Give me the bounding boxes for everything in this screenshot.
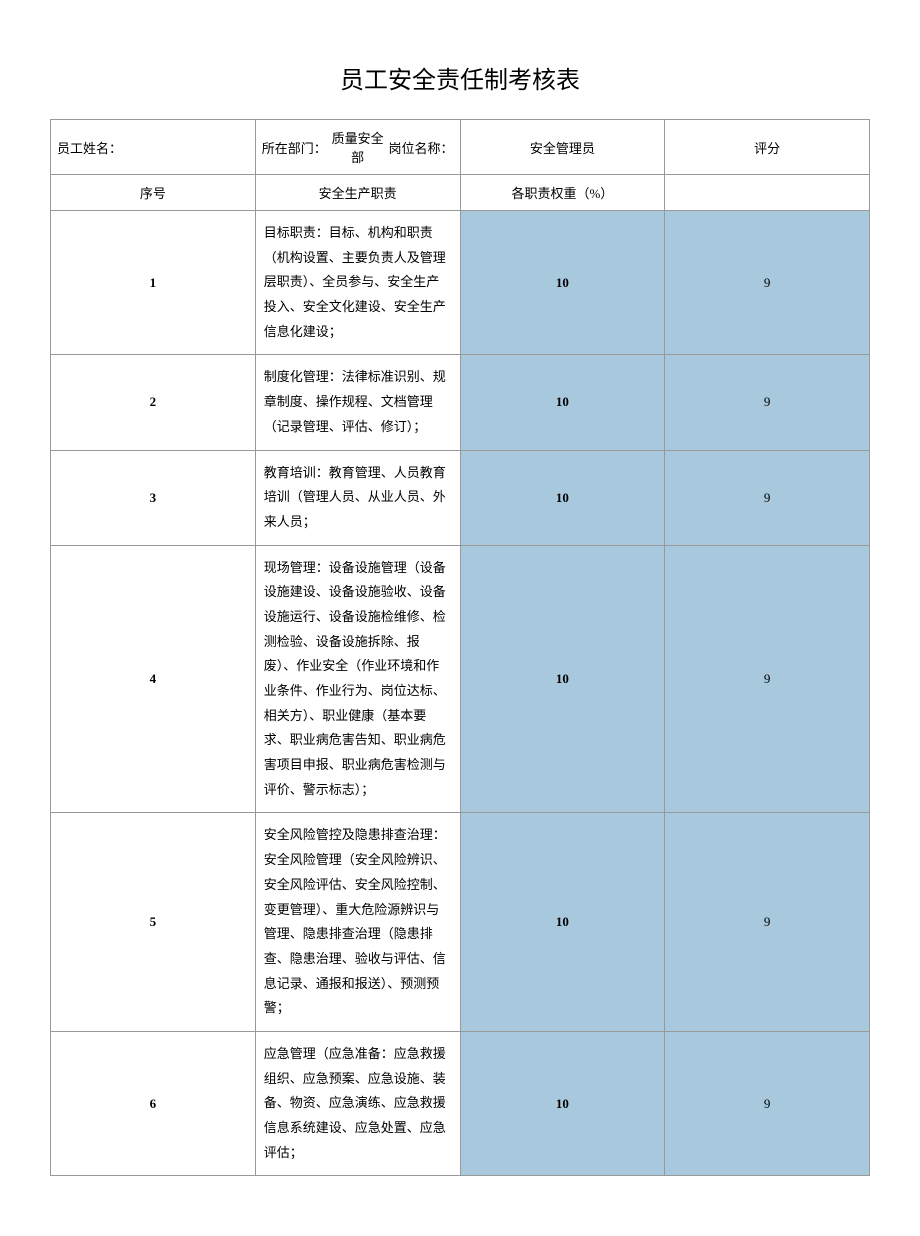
seq-cell: 5 — [51, 813, 256, 1032]
dept-label: 所在部门： — [262, 138, 327, 157]
duty-cell: 制度化管理：法律标准识别、规章制度、操作规程、文档管理（记录管理、评估、修订）； — [255, 355, 460, 450]
table-row: 3 教育培训：教育管理、人员教育培训（管理人员、从业人员、外来人员； 10 9 — [51, 450, 870, 545]
table-row: 5 安全风险管控及隐患排查治理：安全风险管理（安全风险辨识、安全风险评估、安全风… — [51, 813, 870, 1032]
score-cell: 9 — [665, 355, 870, 450]
weight-cell: 10 — [460, 1031, 665, 1175]
table-row: 1 目标职责：目标、机构和职责（机构设置、主要负责人及管理层职责）、全员参与、安… — [51, 211, 870, 355]
table-body: 1 目标职责：目标、机构和职责（机构设置、主要负责人及管理层职责）、全员参与、安… — [51, 211, 870, 1176]
duty-cell: 目标职责：目标、机构和职责（机构设置、主要负责人及管理层职责）、全员参与、安全生… — [255, 211, 460, 355]
score-cell: 9 — [665, 211, 870, 355]
score-cell: 9 — [665, 450, 870, 545]
seq-cell: 4 — [51, 545, 256, 813]
seq-cell: 1 — [51, 211, 256, 355]
name-label: 员工姓名： — [57, 141, 122, 156]
duty-cell: 教育培训：教育管理、人员教育培训（管理人员、从业人员、外来人员； — [255, 450, 460, 545]
score-cell: 9 — [665, 545, 870, 813]
position-value-cell: 安全管理员 — [460, 120, 665, 175]
assessment-table: 员工姓名： 所在部门： 质量安全部 岗位名称： 安全管理员 评分 序号 安全生产… — [50, 119, 870, 1176]
name-cell: 员工姓名： — [51, 120, 256, 175]
page-title: 员工安全责任制考核表 — [50, 60, 870, 95]
col-seq-header: 序号 — [51, 175, 256, 211]
duty-cell: 现场管理：设备设施管理（设备设施建设、设备设施验收、设备设施运行、设备设施检维修… — [255, 545, 460, 813]
weight-cell: 10 — [460, 355, 665, 450]
col-duty-header: 安全生产职责 — [255, 175, 460, 211]
score-cell: 9 — [665, 813, 870, 1032]
dept-position-cell: 所在部门： 质量安全部 岗位名称： — [255, 120, 460, 175]
col-weight-header: 各职责权重（%） — [460, 175, 665, 211]
score-cell: 9 — [665, 1031, 870, 1175]
dept-value: 质量安全部 — [327, 128, 389, 166]
seq-cell: 2 — [51, 355, 256, 450]
weight-cell: 10 — [460, 545, 665, 813]
duty-cell: 应急管理（应急准备：应急救援组织、应急预案、应急设施、装备、物资、应急演练、应急… — [255, 1031, 460, 1175]
seq-cell: 3 — [51, 450, 256, 545]
weight-cell: 10 — [460, 450, 665, 545]
header-row: 员工姓名： 所在部门： 质量安全部 岗位名称： 安全管理员 评分 — [51, 120, 870, 175]
weight-cell: 10 — [460, 813, 665, 1032]
score-label-cell: 评分 — [665, 120, 870, 175]
weight-cell: 10 — [460, 211, 665, 355]
table-row: 6 应急管理（应急准备：应急救援组织、应急预案、应急设施、装备、物资、应急演练、… — [51, 1031, 870, 1175]
table-row: 2 制度化管理：法律标准识别、规章制度、操作规程、文档管理（记录管理、评估、修订… — [51, 355, 870, 450]
position-label: 岗位名称： — [388, 138, 453, 157]
duty-cell: 安全风险管控及隐患排查治理：安全风险管理（安全风险辨识、安全风险评估、安全风险控… — [255, 813, 460, 1032]
subheader-row: 序号 安全生产职责 各职责权重（%） — [51, 175, 870, 211]
seq-cell: 6 — [51, 1031, 256, 1175]
table-row: 4 现场管理：设备设施管理（设备设施建设、设备设施验收、设备设施运行、设备设施检… — [51, 545, 870, 813]
col-score-header — [665, 175, 870, 211]
